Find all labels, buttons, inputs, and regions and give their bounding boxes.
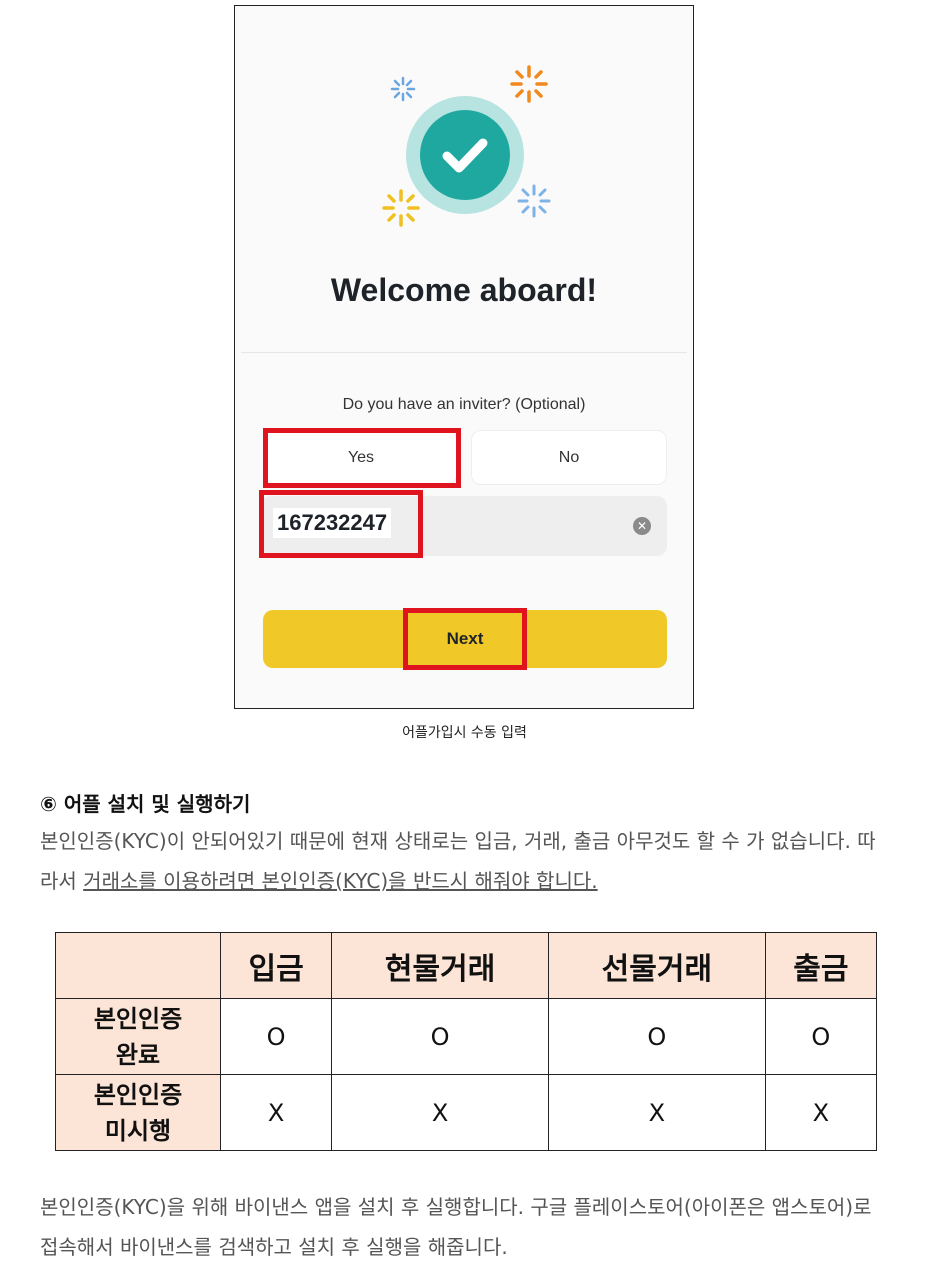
inviter-question: Do you have an inviter? (Optional) xyxy=(342,396,586,413)
sparkle-orange-icon xyxy=(510,65,548,103)
app-screenshot: Welcome aboard! Do you have an inviter? … xyxy=(234,5,694,709)
table-cell: X xyxy=(331,1074,549,1151)
table-cell: O xyxy=(331,998,549,1075)
table-row: 본인인증 미시행 X X X X xyxy=(55,1074,878,1151)
row-label: 본인인증 완료 xyxy=(55,998,221,1075)
section-heading: ⑥ 어플 설치 및 실행하기 xyxy=(40,792,251,816)
yes-button[interactable]: Yes xyxy=(265,430,457,485)
checkmark-icon xyxy=(442,138,488,173)
success-badge xyxy=(406,96,524,214)
inviter-code-value: 167232247 xyxy=(273,508,392,538)
table-header-row: 입금 현물거래 선물거래 출금 xyxy=(55,932,878,999)
sparkle-yellow-icon xyxy=(382,189,420,227)
kyc-permission-table: 입금 현물거래 선물거래 출금 본인인증 완료 O O O O 본인인증 미시행 X… xyxy=(55,932,878,1151)
intro-emphasis: 거래소를 이용하려면 본인인증(KYC)을 반드시 해줘야 합니다. xyxy=(83,869,598,893)
table-cell: X xyxy=(219,1074,333,1151)
welcome-title: Welcome aboard! xyxy=(330,272,598,308)
table-cell: O xyxy=(219,998,333,1075)
table-cell: X xyxy=(764,1074,878,1151)
clear-icon[interactable]: ✕ xyxy=(633,517,651,535)
table-cell: O xyxy=(547,998,766,1075)
install-paragraph: 본인인증(KYC)을 위해 바이낸스 앱을 설치 후 실행합니다. 구글 플레이… xyxy=(40,1195,872,1259)
sparkle-blue-icon xyxy=(390,76,416,102)
table-header: 출금 xyxy=(764,932,878,999)
no-button[interactable]: No xyxy=(471,430,667,485)
sparkle-lightblue-icon xyxy=(517,184,551,218)
intro-paragraph: 본인인증(KYC)이 안되어있기 때문에 현재 상태로는 입금, 거래, 출금 … xyxy=(40,821,890,901)
row-label: 본인인증 미시행 xyxy=(55,1074,221,1151)
table-row: 본인인증 완료 O O O O xyxy=(55,998,878,1075)
next-button[interactable]: Next xyxy=(263,610,667,668)
table-header: 입금 xyxy=(219,932,333,999)
table-header: 현물거래 xyxy=(331,932,549,999)
table-cell: X xyxy=(547,1074,766,1151)
table-header: 선물거래 xyxy=(547,932,766,999)
table-header xyxy=(55,932,221,999)
table-cell: O xyxy=(764,998,878,1075)
inviter-code-field[interactable]: 167232247 ✕ xyxy=(261,496,667,556)
divider xyxy=(241,352,687,353)
image-caption: 어플가입시 수동 입력 xyxy=(402,725,527,741)
